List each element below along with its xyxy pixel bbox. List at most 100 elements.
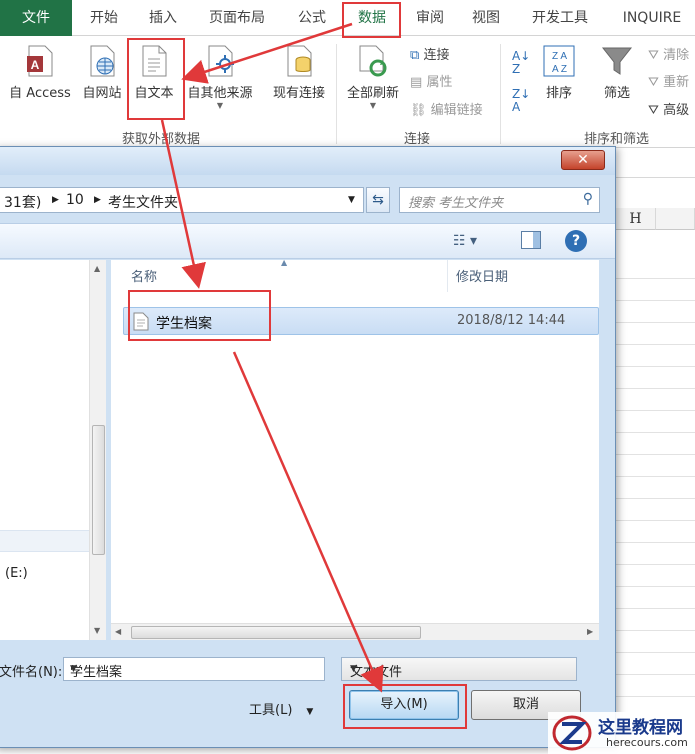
scroll-thumb[interactable] xyxy=(92,425,105,555)
tab-file[interactable]: 文件 xyxy=(0,0,72,36)
highlight-import-button xyxy=(343,684,467,729)
drive-label: (E:) xyxy=(5,566,28,581)
tab-review[interactable]: 审阅 xyxy=(406,0,454,36)
highlight-data-tab xyxy=(342,2,401,38)
gridline xyxy=(616,366,695,367)
tab-inquire[interactable]: INQUIRE xyxy=(612,0,692,36)
from-web-button[interactable]: 自网站 xyxy=(78,44,126,101)
svg-text:A Z: A Z xyxy=(552,64,567,75)
gridline xyxy=(616,564,695,565)
gridline xyxy=(616,454,695,455)
path-segment[interactable]: 31套) xyxy=(4,192,41,212)
sort-icon: Z A A Z xyxy=(543,45,575,77)
sort-descending-icon[interactable]: Z↓ A xyxy=(512,88,530,114)
filter-icon xyxy=(601,47,633,75)
path-segment[interactable]: 考生文件夹 xyxy=(108,192,178,212)
scroll-right-icon[interactable]: ▶ xyxy=(587,627,593,636)
group-separator xyxy=(336,44,337,144)
site-watermark: 这里教程网 herecours.com xyxy=(548,712,695,754)
search-icon: ⚲ xyxy=(582,191,593,207)
scroll-up-icon[interactable]: ▲ xyxy=(94,264,100,273)
chevron-down-icon: ▼ xyxy=(306,707,314,717)
chevron-down-icon[interactable]: ▼ xyxy=(70,664,318,674)
path-segment[interactable]: 10 xyxy=(66,192,84,208)
filter-label: 筛选 xyxy=(603,86,630,101)
from-other-sources-label: 自其他来源 xyxy=(187,86,253,101)
filename-label: 文件名(N): xyxy=(0,665,63,680)
svg-text:A: A xyxy=(31,58,40,72)
refresh-all-label: 全部刷新 xyxy=(346,86,399,101)
svg-text:Z A: Z A xyxy=(552,51,567,62)
filter-button[interactable]: 筛选 xyxy=(596,44,638,101)
chevron-down-icon: ▼ xyxy=(369,101,377,110)
edit-links-button[interactable]: ⛓ 编辑链接 xyxy=(410,99,483,118)
gridline xyxy=(616,410,695,411)
gridline xyxy=(616,652,695,653)
chevron-right-icon: ▶ xyxy=(52,195,59,205)
gridline xyxy=(616,608,695,609)
clear-button[interactable]: ⛛ 清除 xyxy=(648,44,689,63)
navigation-pane: (E:) ▲ ▼ xyxy=(0,260,106,640)
tab-home[interactable]: 开始 xyxy=(80,0,128,36)
tab-insert[interactable]: 插入 xyxy=(138,0,188,36)
highlight-file-row xyxy=(128,290,271,341)
gridline xyxy=(616,432,695,433)
scroll-left-icon[interactable]: ◀ xyxy=(115,627,121,636)
file-modified: 2018/8/12 14:44 xyxy=(457,313,566,328)
gridline xyxy=(616,498,695,499)
from-web-label: 自网站 xyxy=(82,86,122,101)
column-divider[interactable] xyxy=(447,260,448,292)
site-logo xyxy=(552,715,592,751)
help-icon[interactable]: ? xyxy=(565,230,587,252)
from-other-sources-button[interactable]: 自其他来源 ▼ xyxy=(182,44,258,110)
nav-item-drive-e[interactable]: (E:) xyxy=(3,566,28,581)
filetype-select[interactable]: 文本文件 ▼ xyxy=(341,657,577,681)
gridline xyxy=(616,278,695,279)
column-header-modified[interactable]: 修改日期 xyxy=(456,266,508,285)
existing-connections-button[interactable]: 现有连接 xyxy=(266,44,332,101)
file-list-hscrollbar[interactable]: ◀ ▶ xyxy=(111,623,599,640)
view-options-icon[interactable]: ☷ ▾ xyxy=(453,233,477,249)
gridline xyxy=(616,476,695,477)
other-sources-icon xyxy=(208,45,234,77)
reapply-button[interactable]: ⛛ 重新 xyxy=(648,71,689,90)
scroll-thumb[interactable] xyxy=(131,626,421,639)
refresh-all-button[interactable]: 全部刷新 ▼ xyxy=(342,44,404,110)
group-label-external-data: 获取外部数据 xyxy=(122,132,201,147)
search-input[interactable]: 搜索 考生文件夹 ⚲ xyxy=(399,187,600,213)
from-access-button[interactable]: A 自 Access xyxy=(4,44,76,101)
refresh-path-button[interactable]: ⇆ xyxy=(366,187,390,213)
connections-button[interactable]: ⧉ 连接 xyxy=(410,44,449,63)
nav-scrollbar[interactable]: ▲ ▼ xyxy=(89,260,106,640)
reapply-label: 重新 xyxy=(663,75,690,90)
sort-button[interactable]: Z A A Z 排序 xyxy=(538,44,580,101)
advanced-filter-icon: ⛛ xyxy=(648,103,659,118)
column-header-i[interactable] xyxy=(656,208,695,230)
gridline xyxy=(616,630,695,631)
edit-links-label: 编辑链接 xyxy=(430,103,483,118)
dialog-titlebar: ✕ xyxy=(0,147,615,175)
close-button[interactable]: ✕ xyxy=(561,150,605,170)
tab-page-layout[interactable]: 页面布局 xyxy=(198,0,276,36)
import-text-dialog: ✕ 31套) ▶ 10 ▶ 考生文件夹 ▼ ⇆ 搜索 考生文件夹 ⚲ ☷ ▾ ?… xyxy=(0,146,616,748)
sort-label: 排序 xyxy=(545,86,572,101)
tab-view[interactable]: 视图 xyxy=(462,0,510,36)
column-header-name[interactable]: 名称 xyxy=(131,266,157,285)
advanced-button[interactable]: ⛛ 高级 xyxy=(648,99,689,118)
preview-pane-icon[interactable] xyxy=(521,231,541,249)
clear-filter-icon: ⛛ xyxy=(648,48,659,63)
address-bar[interactable]: 31套) ▶ 10 ▶ 考生文件夹 ▼ xyxy=(0,187,364,213)
nav-item-selected[interactable] xyxy=(0,530,91,552)
tools-menu-button[interactable]: 工具(L) ▼ xyxy=(249,699,313,718)
sort-ascending-icon[interactable]: A↓ Z xyxy=(512,50,530,76)
filename-input[interactable]: 学生档案 ▼ xyxy=(63,657,325,681)
properties-icon: ▤ xyxy=(410,75,423,90)
chevron-down-icon[interactable]: ▼ xyxy=(348,195,355,205)
tab-formulas[interactable]: 公式 xyxy=(288,0,336,36)
column-header-h[interactable]: H xyxy=(616,208,656,230)
chevron-right-icon: ▶ xyxy=(94,195,101,205)
refresh-icon xyxy=(359,45,387,77)
tab-developer[interactable]: 开发工具 xyxy=(520,0,600,36)
properties-button[interactable]: ▤ 属性 xyxy=(410,71,452,90)
scroll-down-icon[interactable]: ▼ xyxy=(94,626,100,635)
